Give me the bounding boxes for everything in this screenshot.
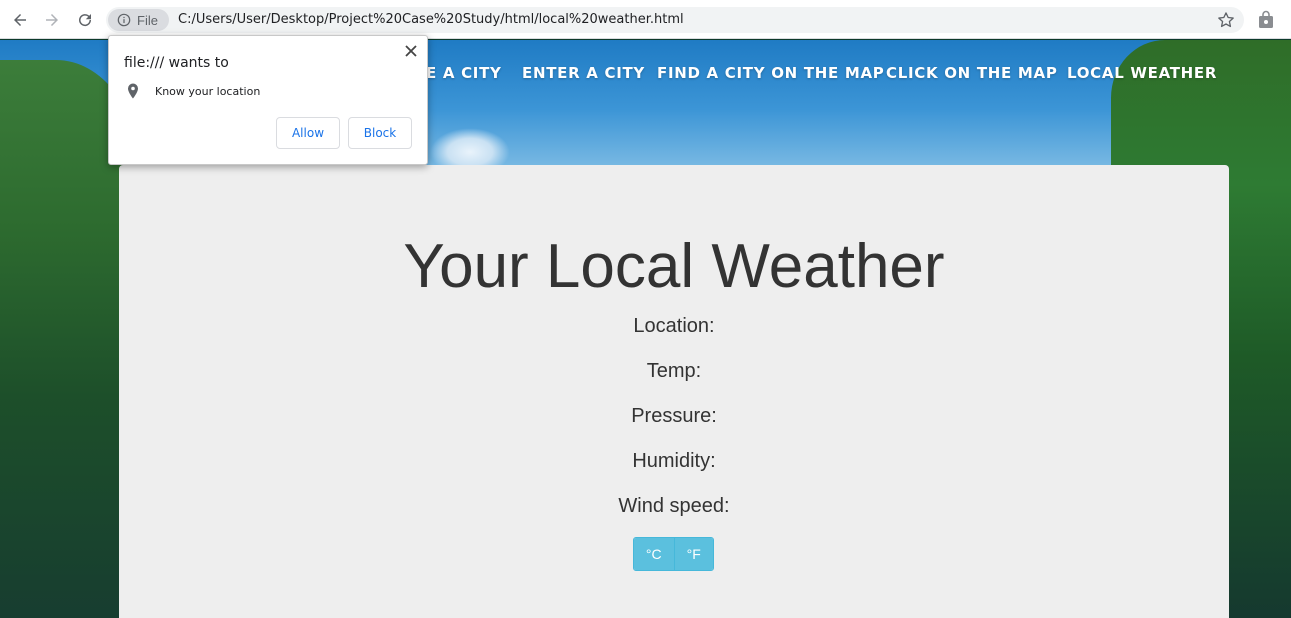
site-info-chip[interactable]: File — [108, 9, 169, 31]
humidity-label: Humidity: — [632, 450, 716, 472]
block-button[interactable]: Block — [348, 117, 412, 149]
location-pin-icon — [128, 83, 138, 99]
allow-button[interactable]: Allow — [276, 117, 340, 149]
fahrenheit-button[interactable]: °F — [673, 538, 713, 570]
file-chip-label: File — [137, 12, 158, 28]
celsius-button[interactable]: °C — [634, 538, 674, 570]
location-permission-popup: file:/// wants to Know your location All… — [108, 35, 428, 165]
nav-link-enter-city[interactable]: ENTER A CITY — [522, 64, 645, 82]
back-arrow-icon[interactable] — [8, 8, 32, 32]
browser-toolbar: File C:/Users/User/Desktop/Project%20Cas… — [0, 0, 1291, 39]
nav-link-choose-city[interactable]: E A CITY — [426, 64, 502, 82]
permission-text: Know your location — [155, 85, 261, 98]
cloud-decoration — [430, 128, 510, 168]
temp-label: Temp: — [646, 360, 702, 382]
nav-link-local-weather[interactable]: LOCAL WEATHER — [1067, 64, 1217, 82]
nav-link-find-city-map[interactable]: FIND A CITY ON THE MAP — [657, 64, 885, 82]
popup-title: file:/// wants to — [124, 55, 229, 71]
unit-toggle-group: °C °F — [633, 537, 714, 571]
nav-link-click-map[interactable]: CLICK ON THE MAP — [886, 64, 1058, 82]
page-title: Your Local Weather — [403, 232, 945, 301]
forward-arrow-icon[interactable] — [40, 8, 64, 32]
weather-panel: Your Local Weather Location: Temp: Press… — [119, 165, 1229, 618]
bookmark-star-icon[interactable] — [1216, 10, 1236, 30]
extension-icon[interactable] — [1256, 10, 1276, 30]
wind-speed-label: Wind speed: — [618, 495, 730, 517]
pressure-label: Pressure: — [631, 405, 717, 427]
close-icon[interactable] — [404, 44, 418, 58]
info-icon — [117, 13, 131, 27]
address-bar[interactable]: File C:/Users/User/Desktop/Project%20Cas… — [106, 7, 1244, 33]
location-label: Location: — [633, 315, 715, 337]
url-text[interactable]: C:/Users/User/Desktop/Project%20Case%20S… — [178, 12, 684, 27]
reload-icon[interactable] — [73, 8, 97, 32]
